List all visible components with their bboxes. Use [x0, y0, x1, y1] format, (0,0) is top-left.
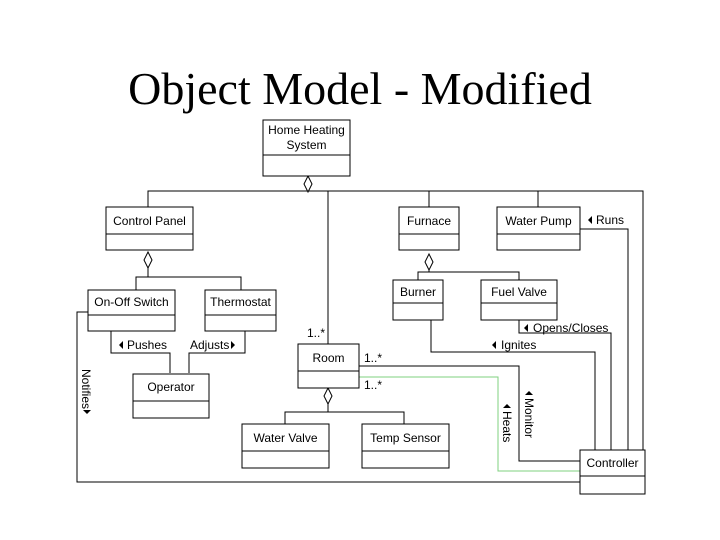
- association-label-monitor: Monitor: [522, 398, 536, 438]
- multiplicity-label: 1..*: [364, 378, 382, 392]
- association-label-opens-closes: Opens/Closes: [533, 321, 608, 335]
- class-name: Burner: [400, 285, 436, 299]
- class-controller[interactable]: Controller: [579, 449, 646, 495]
- class-control-panel[interactable]: Control Panel: [105, 206, 194, 251]
- aggregation-diamond-icon: [303, 174, 313, 194]
- uml-diagram: Home Heating System Control Panel Furnac…: [76, 119, 646, 495]
- class-furnace[interactable]: Furnace: [398, 206, 460, 251]
- class-name: Water Valve: [253, 431, 317, 445]
- direction-arrow-icon: [524, 324, 528, 332]
- room-agg-bar: [284, 411, 405, 425]
- class-name: System: [286, 138, 326, 152]
- multiplicity-label: 1..*: [307, 326, 325, 340]
- association-label-pushes: Pushes: [127, 338, 167, 352]
- class-name: Control Panel: [113, 214, 186, 228]
- direction-arrow-icon: [119, 341, 123, 349]
- class-room[interactable]: Room: [297, 343, 360, 389]
- direction-arrow-icon: [231, 341, 235, 349]
- direction-arrow-icon: [503, 404, 511, 408]
- class-home-heating-system[interactable]: Home Heating System: [262, 119, 351, 177]
- direction-arrow-icon: [83, 410, 91, 414]
- runs-association-line: [580, 228, 629, 454]
- multiplicity-label: 1..*: [364, 351, 382, 365]
- class-name: Fuel Valve: [491, 285, 547, 299]
- class-thermostat[interactable]: Thermostat: [204, 289, 277, 332]
- class-water-valve[interactable]: Water Valve: [241, 423, 330, 469]
- aggregation-diamond-icon: [323, 386, 333, 406]
- direction-arrow-icon: [492, 341, 496, 349]
- class-name: Room: [312, 351, 344, 365]
- class-operator[interactable]: Operator: [132, 373, 210, 419]
- class-name: Operator: [147, 380, 194, 394]
- class-name: Furnace: [407, 214, 451, 228]
- class-water-pump[interactable]: Water Pump: [496, 206, 581, 251]
- class-name: On-Off Switch: [94, 295, 168, 309]
- association-label-runs: Runs: [596, 213, 624, 227]
- class-name: Water Pump: [505, 214, 572, 228]
- class-name: Temp Sensor: [370, 431, 441, 445]
- class-burner[interactable]: Burner: [392, 279, 444, 321]
- class-name: Controller: [586, 456, 638, 470]
- class-fuel-valve[interactable]: Fuel Valve: [480, 279, 558, 321]
- association-label-adjusts: Adjusts: [190, 338, 229, 352]
- diagram-canvas: Object Model - Modified Home Heating Sys…: [0, 0, 720, 540]
- direction-arrow-icon: [588, 216, 592, 224]
- class-name: Thermostat: [210, 295, 271, 309]
- class-temp-sensor[interactable]: Temp Sensor: [361, 423, 450, 469]
- class-on-off-switch[interactable]: On-Off Switch: [87, 289, 176, 332]
- association-label-ignites: Ignites: [501, 338, 536, 352]
- aggregation-diamond-icon: [424, 252, 434, 272]
- association-label-heats: Heats: [500, 411, 514, 442]
- association-label-notifies: Notifies: [79, 369, 93, 409]
- control-panel-agg-bar: [135, 276, 242, 290]
- aggregation-diamond-icon: [143, 250, 153, 270]
- class-name: Home Heating: [268, 123, 345, 137]
- direction-arrow-icon: [525, 391, 533, 395]
